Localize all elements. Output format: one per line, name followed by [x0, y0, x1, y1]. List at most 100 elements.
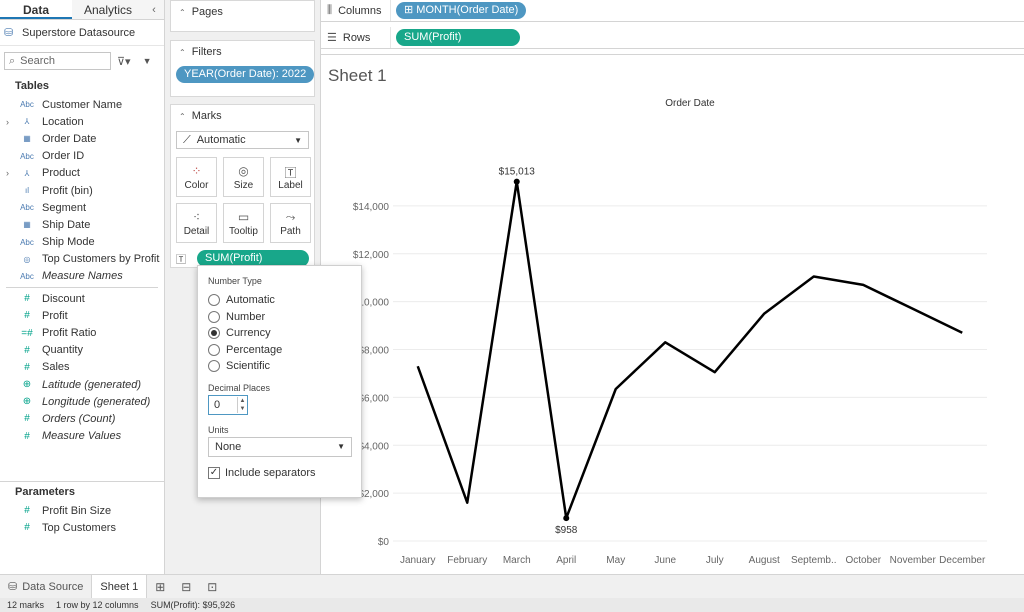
checkmark-icon: ✓: [208, 466, 220, 479]
number-type-radio[interactable]: Percentage: [208, 342, 351, 359]
field-item[interactable]: Abc Ship Mode: [0, 234, 164, 251]
radio-icon[interactable]: [208, 360, 220, 373]
tab-data[interactable]: Data: [0, 0, 72, 19]
number-type-icon: #: [24, 310, 30, 322]
size-button[interactable]: ◎ Size: [223, 157, 264, 197]
field-item[interactable]: ▦ Ship Date: [0, 216, 164, 233]
number-type-icon: #: [24, 293, 30, 305]
field-item[interactable]: ıl Profit (bin): [0, 182, 164, 199]
field-item[interactable]: Abc Customer Name: [0, 96, 164, 113]
columns-icon: ⫼: [327, 4, 333, 16]
parameters-heading: Parameters: [15, 486, 75, 498]
filters-label: Filters: [191, 46, 222, 58]
measure-item[interactable]: ⊕ Longitude (generated): [0, 393, 164, 410]
decimal-places-heading: Decimal Places: [208, 382, 271, 393]
measure-item[interactable]: # Quantity: [0, 342, 164, 359]
chevron-left-icon[interactable]: ‹: [144, 0, 164, 19]
tab-sheet-1[interactable]: Sheet 1: [92, 574, 148, 599]
measure-label: Latitude (generated): [42, 378, 142, 391]
columns-shelf: ⫼ Columns ⊞ MONTH(Order Date): [321, 0, 1024, 22]
measure-label: Sales: [42, 361, 70, 374]
set-icon: ◎: [23, 254, 31, 264]
field-item[interactable]: › ⅄ Location: [0, 113, 164, 130]
radio-label: Scientific: [226, 360, 271, 373]
number-type-radio[interactable]: Number: [208, 309, 351, 326]
tooltip-button[interactable]: ▭ Tooltip: [223, 203, 264, 243]
filters-card: ⌃ Filters YEAR(Order Date): 2022: [170, 40, 315, 97]
units-dropdown[interactable]: None ▼: [208, 436, 352, 457]
chevron-up-icon: ⌃: [179, 8, 186, 17]
filter-icon[interactable]: ⊽▾: [117, 55, 131, 68]
text-icon: 🅃: [284, 165, 297, 180]
field-label: Order Date: [42, 132, 97, 145]
path-button[interactable]: ⤳ Path: [270, 203, 311, 243]
field-item[interactable]: ◎ Top Customers by Profit: [0, 251, 164, 268]
new-story-icon[interactable]: ⊡: [199, 580, 225, 594]
pages-title[interactable]: ⌃ Pages: [171, 1, 314, 23]
data-source-tab[interactable]: ⛁ Data Source: [0, 574, 93, 599]
measure-item[interactable]: # Discount: [0, 290, 164, 307]
radio-icon[interactable]: [208, 310, 220, 323]
field-label: Product: [42, 167, 80, 180]
field-item[interactable]: Abc Order ID: [0, 148, 164, 165]
measure-item[interactable]: # Measure Values: [0, 428, 164, 445]
measure-label: Orders (Count): [42, 412, 116, 425]
parameter-item[interactable]: # Top Customers: [0, 519, 164, 536]
rows-pill[interactable]: SUM(Profit): [396, 29, 520, 46]
globe-icon: ⊕: [22, 379, 32, 391]
number-type-radio[interactable]: Scientific: [208, 358, 351, 375]
chevron-down-icon[interactable]: ▼: [143, 56, 152, 66]
include-separators-checkbox[interactable]: ✓ Include separators: [208, 466, 351, 479]
chevron-right-icon[interactable]: ›: [6, 168, 16, 178]
string-type-icon: Abc: [20, 237, 34, 247]
field-item[interactable]: ▦ Order Date: [0, 130, 164, 147]
decimal-places-value: 0: [214, 398, 221, 411]
units-heading: Units: [208, 424, 229, 435]
field-item[interactable]: › ⅄ Product: [0, 165, 164, 182]
field-label: Profit (bin): [42, 184, 93, 197]
filter-pill[interactable]: YEAR(Order Date): 2022: [176, 66, 315, 83]
tab-analytics[interactable]: Analytics: [72, 0, 144, 19]
number-type-radio[interactable]: Currency: [208, 325, 351, 342]
field-label: Measure Names: [42, 270, 123, 283]
radio-icon[interactable]: [208, 294, 220, 307]
chevron-right-icon[interactable]: ›: [6, 117, 16, 127]
marks-title[interactable]: ⌃ Marks: [171, 105, 314, 127]
decimal-places-stepper[interactable]: 0 ▲ ▼: [208, 394, 248, 415]
detail-button[interactable]: ⁖ Detail: [176, 203, 217, 243]
hierarchy-icon: ⅄: [24, 168, 30, 178]
field-item[interactable]: Abc Measure Names: [0, 268, 164, 285]
measure-item[interactable]: =# Profit Ratio: [0, 324, 164, 341]
columns-pill[interactable]: ⊞ MONTH(Order Date): [396, 2, 527, 19]
measure-item[interactable]: # Profit: [0, 307, 164, 324]
measure-item[interactable]: ⊕ Latitude (generated): [0, 376, 164, 393]
radio-icon[interactable]: [208, 327, 220, 340]
stepper-arrows-icon[interactable]: ▲ ▼: [237, 396, 247, 413]
mark-type-dropdown[interactable]: ⟋ Automatic ▼: [176, 131, 309, 149]
datasource-item[interactable]: ⛁ Superstore Datasource: [0, 20, 164, 46]
radio-label: Currency: [226, 327, 271, 340]
measure-item[interactable]: # Sales: [0, 359, 164, 376]
x-tick-label: May: [606, 555, 625, 566]
status-sum: SUM(Profit): $95,926: [150, 600, 236, 610]
x-tick-label: February: [447, 555, 487, 566]
label-label: Label: [278, 179, 303, 191]
field-item[interactable]: Abc Segment: [0, 199, 164, 216]
new-dashboard-icon[interactable]: ⊟: [173, 580, 199, 594]
new-worksheet-icon[interactable]: ⊞: [147, 580, 173, 594]
x-tick-label: June: [654, 555, 676, 566]
x-tick-label: March: [503, 555, 531, 566]
filters-title[interactable]: ⌃ Filters: [171, 41, 314, 63]
parameter-item[interactable]: # Profit Bin Size: [0, 502, 164, 519]
number-type-radio[interactable]: Automatic: [208, 292, 351, 309]
divider: [6, 287, 158, 289]
database-icon: ⛁: [8, 581, 18, 593]
measure-item[interactable]: # Orders (Count): [0, 410, 164, 427]
viz-area: Sheet 1 Order Date $0 $2,000 $4,000 $6,000 $8…: [321, 54, 1024, 570]
mark-type-value: Automatic: [196, 134, 246, 146]
radio-icon[interactable]: [208, 343, 220, 356]
color-button[interactable]: ⁘ Color: [176, 157, 217, 197]
label-button[interactable]: 🅃 Label: [270, 157, 311, 197]
search-input[interactable]: ⌕ Search: [4, 52, 111, 70]
string-type-icon: Abc: [20, 271, 34, 281]
